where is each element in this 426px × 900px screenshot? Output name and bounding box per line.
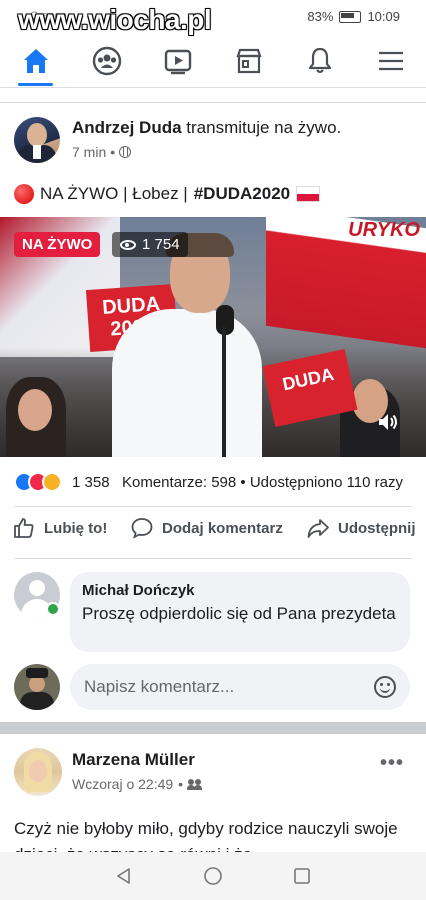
- like-label: Lubię to!: [44, 519, 108, 537]
- haha-reaction-icon: [42, 472, 62, 492]
- post-text-prefix: NA ŻYWO | Łobez |: [40, 184, 188, 203]
- video-woman-face: [18, 389, 52, 431]
- emoji-icon[interactable]: [374, 676, 396, 698]
- friends-icon: [187, 779, 202, 790]
- post2-author-avatar[interactable]: [14, 748, 62, 796]
- home-circle-icon[interactable]: [203, 866, 223, 886]
- battery-icon: [339, 10, 362, 23]
- post-text: NA ŻYWO | Łobez | #DUDA2020: [14, 184, 321, 204]
- viewers-badge: 1 754: [112, 232, 188, 257]
- red-circle-icon: [14, 184, 34, 204]
- like-button[interactable]: Lubię to!: [12, 516, 107, 540]
- write-comment-input[interactable]: Napisz komentarz...: [70, 664, 410, 710]
- post-author[interactable]: Andrzej Duda: [72, 118, 182, 137]
- nav-watch[interactable]: [142, 36, 213, 86]
- commenter-name[interactable]: Michał Dończyk: [82, 582, 398, 599]
- post2-more-button[interactable]: •••: [380, 752, 404, 775]
- feed-gap: [0, 88, 426, 103]
- comments-count[interactable]: Komentarze: 598: [122, 474, 236, 491]
- viewers-count: 1 754: [142, 236, 180, 253]
- write-comment-placeholder: Napisz komentarz...: [84, 677, 235, 696]
- comment-bubble[interactable]: Michał Dończyk Proszę odpierdolic się od…: [70, 572, 410, 652]
- comment-button[interactable]: Dodaj komentarz: [130, 516, 283, 540]
- back-icon[interactable]: [114, 866, 134, 886]
- stats-divider: [14, 506, 412, 507]
- shares-count[interactable]: Udostępniono 110 razy: [250, 474, 403, 491]
- home-icon: [23, 49, 48, 73]
- reaction-icons: [14, 472, 62, 492]
- clock: 10:09: [367, 9, 400, 24]
- eye-icon: [120, 239, 136, 250]
- globe-icon: [119, 146, 132, 158]
- nav-groups[interactable]: [71, 36, 142, 86]
- nav-home[interactable]: [0, 36, 71, 86]
- status-right: 83% 10:09: [307, 9, 400, 24]
- video-flag-text: URYKO: [348, 219, 420, 241]
- share-button[interactable]: Udostępnij: [306, 516, 416, 540]
- microphone-stand: [222, 327, 226, 457]
- watch-icon: [164, 49, 191, 75]
- battery-percent: 83%: [307, 9, 334, 24]
- marketplace-icon: [235, 48, 262, 74]
- post2-text: Czyż nie byłoby miło, gdyby rodzice nauc…: [14, 819, 398, 856]
- bell-icon: [308, 47, 331, 74]
- video-speaker-body: [112, 309, 262, 457]
- nav-notifications[interactable]: [284, 36, 355, 86]
- post-time[interactable]: 7 min: [72, 144, 106, 160]
- live-badge: NA ŻYWO: [14, 232, 101, 257]
- menu-icon: [378, 51, 403, 71]
- post-action: transmituje na żywo.: [186, 118, 342, 137]
- meta-separator: •: [110, 144, 116, 160]
- share-icon: [307, 519, 329, 538]
- comment-label: Dodaj komentarz: [162, 519, 283, 537]
- stats-separator: •: [240, 474, 250, 491]
- post2-meta: Wczoraj o 22:49 •: [72, 776, 202, 792]
- online-status-dot: [46, 602, 60, 616]
- author-avatar[interactable]: [14, 117, 60, 163]
- recents-icon[interactable]: [292, 866, 312, 886]
- top-nav: [0, 36, 426, 86]
- reactions-count: 1 358: [72, 473, 110, 491]
- post-hashtag[interactable]: #DUDA2020: [194, 184, 290, 204]
- thumbs-up-icon: [14, 518, 34, 538]
- status-bar: Orange www.wiocha.pl 83% 10:09: [0, 0, 426, 35]
- groups-icon: [92, 46, 121, 76]
- comment-icon: [131, 518, 153, 539]
- post-separator: [0, 722, 426, 734]
- post-meta: 7 min •: [72, 144, 132, 160]
- post-stats: Komentarze: 598 • Udostępniono 110 razy: [122, 474, 403, 491]
- system-nav-bar: [0, 852, 426, 900]
- post-actions: Lubię to! Dodaj komentarz Udostępnij: [0, 516, 426, 554]
- nav-marketplace[interactable]: [213, 36, 284, 86]
- post-author-line: Andrzej Duda transmituje na żywo.: [72, 118, 341, 138]
- meta-separator: •: [178, 776, 184, 792]
- poland-flag-icon: [296, 186, 321, 202]
- nav-menu[interactable]: [355, 36, 426, 86]
- watermark: www.wiocha.pl: [18, 4, 212, 35]
- share-label: Udostępnij: [338, 519, 416, 537]
- comment-text: Proszę odpierdolic się od Pana prezydeta: [82, 604, 396, 623]
- post2-time[interactable]: Wczoraj o 22:49: [72, 776, 173, 792]
- reactions-summary[interactable]: 1 358: [14, 472, 110, 492]
- my-avatar[interactable]: [14, 664, 60, 710]
- post2-author[interactable]: Marzena Müller: [72, 750, 195, 770]
- volume-icon[interactable]: [376, 410, 400, 434]
- actions-divider: [14, 558, 412, 559]
